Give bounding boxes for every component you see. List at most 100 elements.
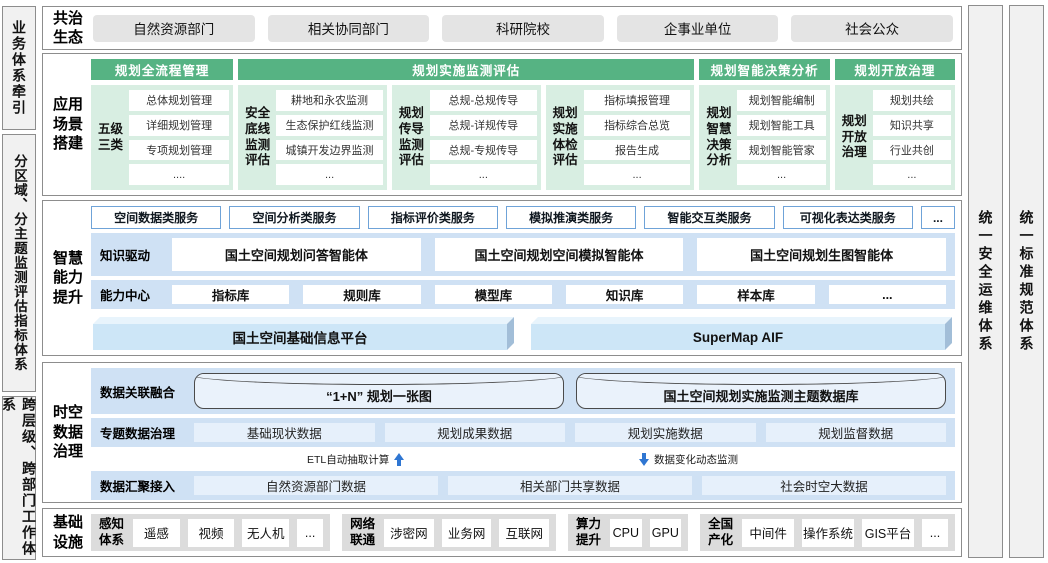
- scene-panels-smart-decision: 规划智慧决策分析 规划智能编制 规划智能工具 规划智能管家 ...: [699, 85, 829, 190]
- flow-change-monitoring-text: 数据变化动态监测: [654, 452, 738, 467]
- panel-plan-transmission: 规划传导监测评估 总规-总规传导 总规-详规传导 总规-专规传导 ...: [392, 85, 541, 190]
- capability-center-label: 能力中心: [100, 285, 158, 304]
- panel-item-more: ...: [737, 164, 825, 185]
- panel-sub-implementation-checkup: 规划实施体检评估: [552, 106, 579, 169]
- panel-item: 规划智能管家: [737, 140, 825, 161]
- panel-safety-baseline: 安全底线监测评估 耕地和永农监测 生态保护红线监测 城镇开发边界监测 ...: [238, 85, 387, 190]
- panel-items: 指标填报管理 指标综合总览 报告生成 ...: [584, 90, 691, 185]
- panel-sub-smart-decision: 规划智慧决策分析: [705, 106, 732, 169]
- down-arrow-icon: [639, 453, 649, 466]
- eco-item-public: 社会公众: [791, 15, 953, 42]
- data-access-label: 数据汇聚接入: [100, 476, 180, 495]
- panel-smart-decision: 规划智慧决策分析 规划智能编制 规划智能工具 规划智能管家 ...: [699, 85, 829, 190]
- scene-group-smart-decision: 规划智能决策分析 规划智慧决策分析 规划智能编制 规划智能工具 规划智能管家 .…: [699, 59, 829, 190]
- platform-supermap-aif: SuperMap AIF: [531, 324, 945, 350]
- section-title-data: 时空数据治理: [47, 367, 89, 498]
- panel-five-levels: 五级三类 总体规划管理 详细规划管理 专项规划管理 ....: [91, 85, 233, 190]
- panel-item-more: ...: [584, 164, 691, 185]
- panel-item: 规划共绘: [873, 90, 951, 111]
- data-access-strip: 数据汇聚接入 自然资源部门数据 相关部门共享数据 社会时空大数据: [91, 471, 955, 500]
- up-arrow-icon: [394, 453, 404, 466]
- infra-cpu: CPU: [610, 519, 642, 547]
- section-title-intel-text: 智慧能力提升: [52, 249, 84, 308]
- panel-items: 规划共绘 知识共享 行业共创 ...: [873, 90, 951, 185]
- library-rule: 规则库: [303, 285, 420, 304]
- panel-item: 指标填报管理: [584, 90, 691, 111]
- data-fusion-label: 数据关联融合: [100, 382, 180, 401]
- platform-base-info: 国土空间基础信息平台: [93, 324, 507, 350]
- knowledge-driven-label: 知识驱动: [100, 245, 158, 264]
- library-indicator: 指标库: [172, 285, 289, 304]
- data-social-bigdata: 社会时空大数据: [702, 476, 946, 495]
- service-indicator-evaluation: 指标评价类服务: [368, 206, 498, 229]
- database-monitoring-theme: 国土空间规划实施监测主题数据库: [576, 373, 946, 409]
- scene-group-full-process: 规划全流程管理 五级三类 总体规划管理 详细规划管理 专项规划管理 ....: [91, 59, 233, 190]
- platform-base-info-text: 国土空间基础信息平台: [233, 327, 368, 347]
- agent-map-generation: 国土空间规划生图智能体: [697, 238, 946, 271]
- data-access-items: 自然资源部门数据 相关部门共享数据 社会时空大数据: [194, 476, 946, 495]
- panel-item: 指标综合总览: [584, 115, 691, 136]
- panel-item: 耕地和永农监测: [276, 90, 383, 111]
- infra-group-domestic: 全国产化 中间件 操作系统 GIS平台 ...: [700, 514, 955, 551]
- service-intelligent-interaction: 智能交互类服务: [644, 206, 774, 229]
- infra-gpu: GPU: [650, 519, 682, 547]
- infra-classified-net: 涉密网: [384, 519, 434, 547]
- database-row: “1+N” 规划一张图 国土空间规划实施监测主题数据库: [194, 373, 946, 409]
- panel-item: 详细规划管理: [129, 115, 229, 136]
- data-body: 数据关联融合 “1+N” 规划一张图 国土空间规划实施监测主题数据库 专题数据治…: [89, 367, 957, 498]
- panel-items: 规划智能编制 规划智能工具 规划智能管家 ...: [737, 90, 825, 185]
- agent-qa: 国土空间规划问答智能体: [172, 238, 421, 271]
- data-flow-row: ETL自动抽取计算 数据变化动态监测: [91, 451, 955, 467]
- infra-middleware: 中间件: [742, 519, 794, 547]
- scene-panels-open-governance: 规划开放治理 规划共绘 知识共享 行业共创 ...: [835, 85, 955, 190]
- infra-group-computing: 算力提升 CPU GPU: [568, 514, 688, 551]
- infra-perception-more: ...: [297, 519, 323, 547]
- rail-security-ops-system: 统一安全运维体系: [968, 5, 1003, 558]
- rail-work-system: 跨层级、跨部门工作体系: [2, 396, 36, 560]
- data-fusion-strip: 数据关联融合 “1+N” 规划一张图 国土空间规划实施监测主题数据库: [91, 368, 955, 414]
- section-title-intel: 智慧能力提升: [47, 205, 89, 351]
- knowledge-driven-strip: 知识驱动 国土空间规划问答智能体 国土空间规划空间模拟智能体 国土空间规划生图智…: [91, 233, 955, 276]
- section-infrastructure: 基础设施 感知体系 遥感 视频 无人机 ... 网络联通 涉密网 业务网 互联网…: [42, 508, 962, 557]
- section-intelligence-capability: 智慧能力提升 空间数据类服务 空间分析类服务 指标评价类服务 模拟推演类服务 智…: [42, 200, 962, 356]
- intel-body: 空间数据类服务 空间分析类服务 指标评价类服务 模拟推演类服务 智能交互类服务 …: [89, 205, 957, 351]
- infra-group-perception: 感知体系 遥感 视频 无人机 ...: [91, 514, 330, 551]
- database-one-map-text: “1+N” 规划一张图: [326, 386, 432, 405]
- panel-item: 规划智能工具: [737, 115, 825, 136]
- panel-items: 总规-总规传导 总规-详规传导 总规-专规传导 ...: [430, 90, 537, 185]
- scene-header-smart-decision: 规划智能决策分析: [699, 59, 829, 80]
- service-visualization: 可视化表达类服务: [783, 206, 913, 229]
- database-one-map: “1+N” 规划一张图: [194, 373, 564, 409]
- rail-indicator-system: 分区域、分主题监测评估指标体系: [2, 134, 36, 392]
- infra-group-network: 网络联通 涉密网 业务网 互联网: [342, 514, 556, 551]
- eco-item-natural-resources: 自然资源部门: [93, 15, 255, 42]
- theme-data-items: 基础现状数据 规划成果数据 规划实施数据 规划监督数据: [194, 423, 946, 442]
- infra-label-domestic: 全国产化: [707, 517, 734, 548]
- scene-header-full-process: 规划全流程管理: [91, 59, 233, 80]
- section-co-governance-ecosystem: 共治生态 自然资源部门 相关协同部门 科研院校 企事业单位 社会公众: [42, 6, 962, 50]
- infra-label-computing: 算力提升: [575, 517, 602, 548]
- service-more: ...: [921, 206, 955, 229]
- panel-item-more: ...: [430, 164, 537, 185]
- panel-sub-plan-transmission: 规划传导监测评估: [398, 106, 425, 169]
- eco-item-research-institutes: 科研院校: [442, 15, 604, 42]
- data-plan-implementation: 规划实施数据: [575, 423, 756, 442]
- infra-os: 操作系统: [802, 519, 854, 547]
- panel-open-governance: 规划开放治理 规划共绘 知识共享 行业共创 ...: [835, 85, 955, 190]
- infra-business-net: 业务网: [442, 519, 492, 547]
- infra-video: 视频: [188, 519, 235, 547]
- section-data-governance: 时空数据治理 数据关联融合 “1+N” 规划一张图 国土空间规划实施监测主题数据…: [42, 362, 962, 503]
- section-title-infra: 基础设施: [47, 513, 89, 552]
- eco-item-enterprises: 企事业单位: [617, 15, 779, 42]
- library-more: ...: [829, 285, 946, 304]
- panel-item: 专项规划管理: [129, 140, 229, 161]
- flow-etl-text: ETL自动抽取计算: [307, 452, 389, 467]
- eco-item-row: 自然资源部门 相关协同部门 科研院校 企事业单位 社会公众: [89, 11, 957, 45]
- section-title-eco: 共治生态: [47, 11, 89, 45]
- data-natural-resources: 自然资源部门数据: [194, 476, 438, 495]
- panel-sub-open-governance: 规划开放治理: [841, 114, 868, 161]
- panel-item: 总规-专规传导: [430, 140, 537, 161]
- theme-data-strip: 专题数据治理 基础现状数据 规划成果数据 规划实施数据 规划监督数据: [91, 418, 955, 447]
- scene-header-monitoring-evaluation: 规划实施监测评估: [238, 59, 694, 80]
- rail-business-system: 业务体系牵引: [2, 6, 36, 130]
